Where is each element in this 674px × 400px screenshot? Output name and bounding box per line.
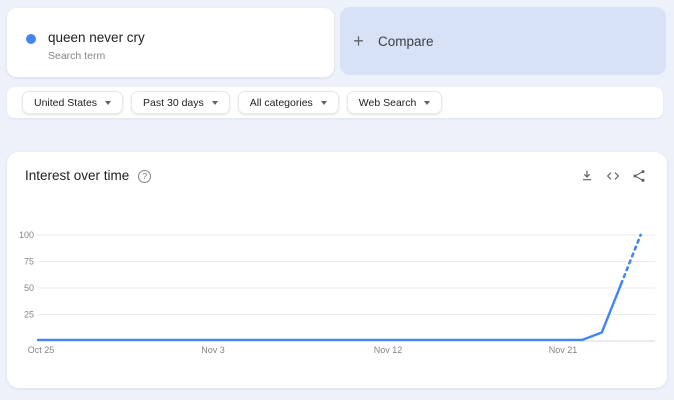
help-icon[interactable]: ? — [138, 170, 152, 183]
trend-line-solid — [36, 282, 623, 342]
trend-line-chart: 100 75 50 25 Oct 25 Nov 3 Nov 12 Nov 21 — [19, 230, 655, 355]
filter-category[interactable]: All categories — [237, 91, 339, 114]
share-icon[interactable] — [630, 167, 647, 184]
filter-search-type-label: Web Search — [358, 96, 417, 109]
search-term-card[interactable]: queen never cry Search term — [7, 8, 334, 77]
trend-line-dotted-partial — [619, 233, 642, 286]
embed-icon[interactable] — [604, 167, 621, 184]
x-tick-oct25: Oct 25 — [28, 345, 55, 355]
chevron-down-icon — [211, 100, 218, 105]
y-tick-25: 25 — [24, 310, 34, 320]
x-tick-nov21: Nov 21 — [549, 345, 578, 355]
download-icon[interactable] — [578, 167, 595, 184]
filter-search-type[interactable]: Web Search — [346, 91, 443, 114]
search-term-subtitle: Search term — [48, 50, 106, 62]
y-tick-100: 100 — [19, 230, 34, 240]
filter-geo[interactable]: United States — [22, 91, 124, 114]
y-tick-75: 75 — [24, 257, 34, 267]
filter-category-label: All categories — [249, 96, 313, 109]
y-tick-50: 50 — [24, 283, 34, 293]
chevron-down-icon — [320, 100, 327, 105]
filter-time-range[interactable]: Past 30 days — [131, 91, 230, 114]
filter-bar: United States Past 30 days All categorie… — [7, 87, 663, 118]
chevron-down-icon — [105, 100, 112, 105]
filter-geo-label: United States — [34, 96, 98, 109]
chart-header: Interest over time ? — [25, 167, 647, 184]
compare-label: Compare — [378, 33, 434, 49]
chart-actions — [578, 167, 647, 184]
x-tick-nov12: Nov 12 — [374, 345, 403, 355]
term-text-block: queen never cry Search term — [48, 30, 145, 63]
series-color-dot-icon — [26, 34, 36, 44]
search-term-title: queen never cry — [48, 30, 145, 45]
interest-over-time-card: Interest over time ? 100 75 50 25 Oct 25… — [7, 152, 667, 388]
compare-button[interactable]: + Compare — [340, 7, 666, 75]
filter-time-range-label: Past 30 days — [143, 96, 204, 109]
chart-title: Interest over time — [25, 168, 130, 183]
chevron-down-icon — [424, 100, 431, 105]
x-tick-nov3: Nov 3 — [201, 345, 225, 355]
plus-icon: + — [353, 31, 364, 51]
